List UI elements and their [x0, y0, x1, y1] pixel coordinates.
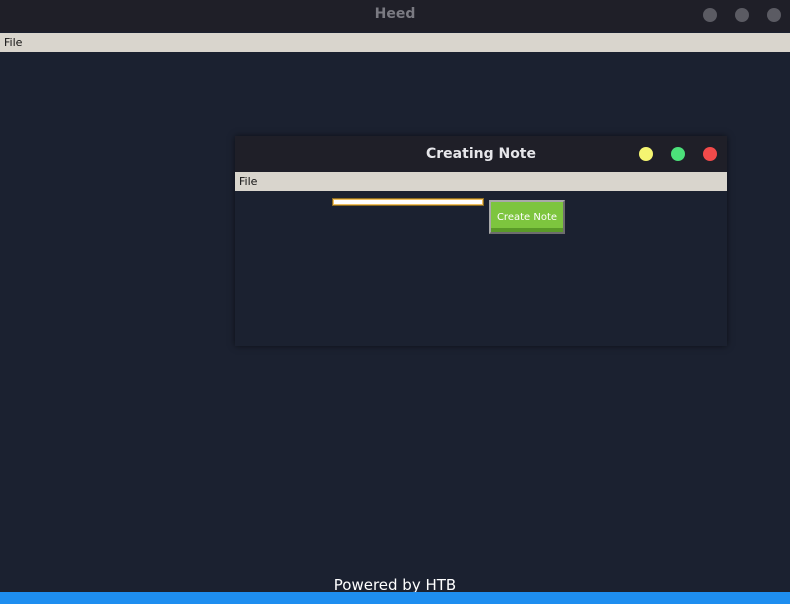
main-titlebar[interactable]: Heed [0, 0, 790, 32]
footer-bar [0, 592, 790, 604]
dialog-maximize-button[interactable] [671, 147, 685, 161]
dialog-titlebar[interactable]: Creating Note [235, 136, 727, 172]
dialog-close-button[interactable] [703, 147, 717, 161]
minimize-window-button[interactable] [703, 8, 717, 22]
creating-note-window: Creating Note File Create Note [235, 136, 727, 346]
button-shadow [491, 228, 563, 232]
maximize-window-button[interactable] [735, 8, 749, 22]
dialog-minimize-button[interactable] [639, 147, 653, 161]
dialog-menubar: File [235, 172, 727, 191]
dialog-title: Creating Note [426, 146, 536, 162]
close-window-button[interactable] [767, 8, 781, 22]
main-menubar: File [0, 33, 790, 52]
heed-app: Heed File Creating Note File Create Note… [0, 0, 790, 604]
dialog-menu-file[interactable]: File [239, 175, 257, 188]
app-title: Heed [374, 6, 416, 22]
note-title-input[interactable] [333, 199, 483, 205]
create-note-button-label: Create Note [496, 211, 558, 223]
create-note-button[interactable]: Create Note [489, 200, 565, 234]
menu-file[interactable]: File [4, 36, 22, 49]
